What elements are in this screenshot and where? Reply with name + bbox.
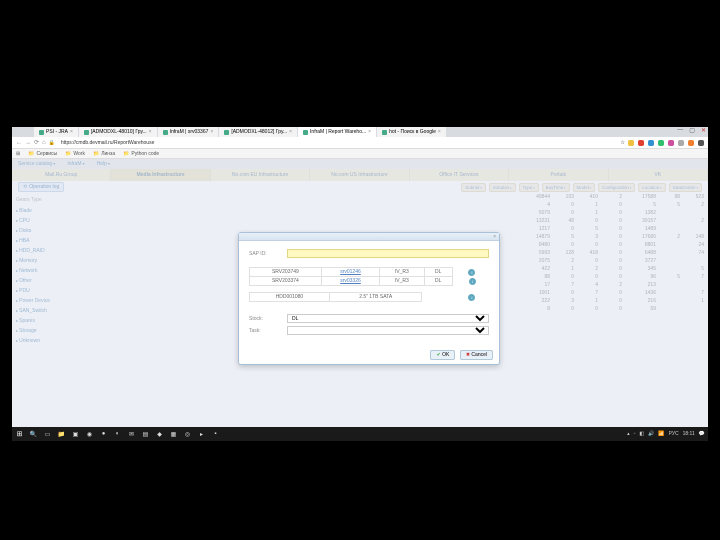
ext-icon[interactable]: [638, 140, 644, 146]
table-row: SRV203749 srv01246 IV_R3 DL i: [250, 268, 489, 277]
back-icon[interactable]: ←: [16, 140, 22, 146]
minimize-icon[interactable]: —: [677, 127, 683, 134]
taskview-icon[interactable]: ▭: [43, 430, 52, 439]
notification-icon[interactable]: 💬: [699, 431, 705, 437]
sap-id-label: SAP ID:: [249, 251, 287, 257]
maximize-icon[interactable]: ▢: [689, 127, 695, 134]
star-icon[interactable]: ☆: [621, 140, 625, 146]
srv-link[interactable]: srv03326: [321, 277, 379, 286]
ext-icon[interactable]: [668, 140, 674, 146]
extensions: [628, 140, 704, 146]
app-icon[interactable]: ▪: [211, 430, 220, 439]
start-icon[interactable]: ⊞: [15, 430, 24, 439]
app-icon[interactable]: ◆: [155, 430, 164, 439]
bookmark-item[interactable]: 📁Сервисы: [28, 151, 57, 157]
reload-icon[interactable]: ⟳: [34, 139, 39, 146]
forward-icon[interactable]: →: [25, 140, 31, 146]
ext-icon[interactable]: [628, 140, 634, 146]
bookmark-item[interactable]: 📁Work: [65, 151, 85, 157]
cancel-button[interactable]: Cancel: [460, 350, 493, 360]
app-icon[interactable]: ◐: [113, 430, 122, 439]
stock-select[interactable]: DL: [287, 314, 489, 323]
assoc-table: SRV203749 srv01246 IV_R3 DL i SRV203374 …: [249, 267, 489, 286]
ext-icon[interactable]: [678, 140, 684, 146]
task-select[interactable]: [287, 326, 489, 335]
app-icon[interactable]: ●: [99, 430, 108, 439]
search-icon[interactable]: 🔍: [29, 430, 38, 439]
bookmarks-bar: ⊞ 📁Сервисы 📁Work 📁Линза 📁Python code: [12, 149, 708, 159]
url-field[interactable]: https://cmdb.devmail.ru/ReportWarehouse: [58, 140, 618, 146]
ext-icon[interactable]: [648, 140, 654, 146]
ok-button[interactable]: OK: [430, 350, 455, 360]
apps-icon[interactable]: ⊞: [16, 151, 20, 157]
tray-icon[interactable]: 📶: [658, 431, 664, 437]
tray-icon[interactable]: 🔊: [648, 431, 654, 437]
browser-tab[interactable]: [ADMODXL-48012] Гру...×: [219, 127, 297, 137]
browser-tab[interactable]: PSI - JRA×: [34, 127, 78, 137]
modal-header[interactable]: ×: [239, 233, 499, 241]
sap-id-input[interactable]: [287, 249, 489, 258]
stock-label: Stock:: [249, 316, 287, 322]
modal-close-icon[interactable]: ×: [493, 234, 496, 240]
app-icon[interactable]: ◉: [85, 430, 94, 439]
home-icon[interactable]: ⌂: [42, 140, 46, 146]
app-icon[interactable]: ▦: [169, 430, 178, 439]
app-icon[interactable]: ▤: [141, 430, 150, 439]
browser-tab-active[interactable]: InfraM | Report Wareho...×: [298, 127, 376, 137]
srv-link[interactable]: srv01246: [321, 268, 379, 277]
lang-indicator[interactable]: РУС: [669, 431, 679, 437]
info-icon[interactable]: i: [469, 278, 476, 285]
tray-icon[interactable]: ▴: [627, 431, 630, 437]
lock-icon: 🔒: [49, 140, 55, 146]
clock[interactable]: 18:11: [683, 431, 695, 437]
app-icon[interactable]: ◎: [183, 430, 192, 439]
tray-icon[interactable]: ▫: [634, 431, 636, 437]
bookmark-item[interactable]: 📁Линза: [93, 151, 115, 157]
browser-tabs: PSI - JRA× [ADMODXL-48010] Гру...× Infra…: [12, 127, 708, 137]
address-bar: ← → ⟳ ⌂ 🔒 https://cmdb.devmail.ru/Report…: [12, 137, 708, 149]
app-icon[interactable]: ▸: [197, 430, 206, 439]
ext-icon[interactable]: [658, 140, 664, 146]
info-icon[interactable]: i: [468, 269, 475, 276]
table-row: SRV203374 srv03326 IV_R3 DL i: [250, 277, 489, 286]
info-icon[interactable]: i: [468, 294, 475, 301]
browser-tab[interactable]: InfraM | srv03367×: [158, 127, 219, 137]
browser-tab[interactable]: hot - Поиск в Google×: [377, 127, 446, 137]
browser-tab[interactable]: [ADMODXL-48010] Гру...×: [79, 127, 157, 137]
app-icon[interactable]: ✉: [127, 430, 136, 439]
taskbar: ⊞ 🔍 ▭ 📁 ▣ ◉ ● ◐ ✉ ▤ ◆ ▦ ◎ ▸ ▪ ▴ ▫ ◧ 🔊 📶 …: [12, 427, 708, 441]
ext-icon[interactable]: [688, 140, 694, 146]
task-label: Task:: [249, 328, 287, 334]
table-row: HDD001080 2.5" 1TB SATA i: [250, 293, 490, 302]
modal-dialog: × SAP ID: SRV203749 srv01246 IV_R3 DL i …: [238, 232, 500, 365]
tray-icon[interactable]: ◧: [639, 431, 644, 437]
window-controls: — ▢ ✕: [677, 127, 706, 134]
bookmark-item[interactable]: 📁Python code: [123, 151, 159, 157]
hdd-table: HDD001080 2.5" 1TB SATA i: [249, 292, 489, 302]
close-icon[interactable]: ✕: [701, 127, 706, 134]
explorer-icon[interactable]: 📁: [57, 430, 66, 439]
app-icon[interactable]: ▣: [71, 430, 80, 439]
menu-icon[interactable]: [698, 140, 704, 146]
